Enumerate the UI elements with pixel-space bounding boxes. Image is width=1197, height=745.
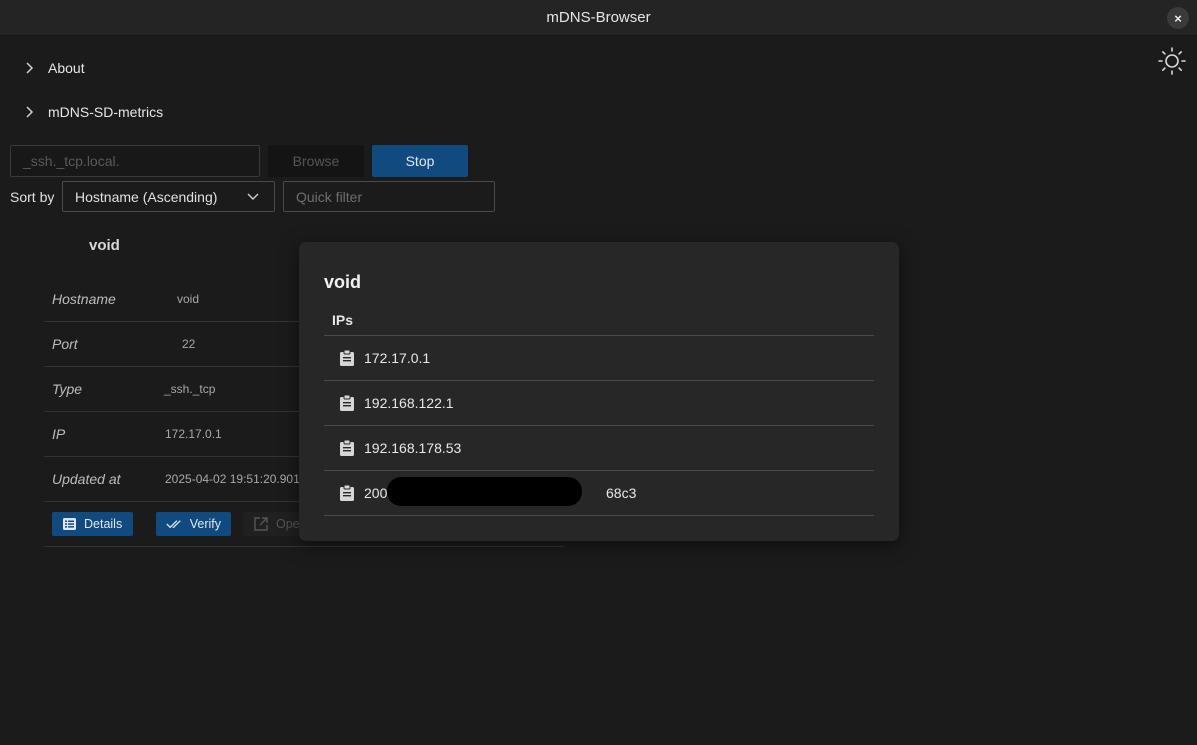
ip-value-prefix: 200 — [364, 485, 388, 501]
ip-value: 192.168.122.1 — [364, 395, 454, 411]
row-value: _ssh._tcp — [164, 382, 216, 396]
browse-button[interactable]: Browse — [268, 145, 364, 177]
ip-value: 172.17.0.1 — [364, 350, 431, 366]
metrics-label: mDNS-SD-metrics — [48, 104, 164, 120]
details-button[interactable]: Details — [52, 512, 133, 536]
row-value: 172.17.0.1 — [165, 427, 222, 441]
row-key: Hostname — [52, 291, 116, 307]
double-check-icon — [166, 520, 181, 529]
row-key: Port — [52, 336, 78, 352]
service-type-input[interactable]: _ssh._tcp.local. — [10, 145, 260, 177]
row-key: Updated at — [52, 471, 121, 487]
clipboard-icon[interactable] — [339, 349, 355, 367]
title-bar: mDNS-Browser × — [0, 0, 1197, 36]
row-key: IP — [52, 426, 66, 442]
chevron-right-icon — [26, 62, 34, 74]
verify-label: Verify — [189, 517, 221, 531]
sort-selected: Hostname (Ascending) — [75, 188, 218, 205]
close-button[interactable]: × — [1167, 7, 1189, 29]
chevron-down-icon — [247, 193, 259, 200]
metrics-collapsible[interactable]: mDNS-SD-metrics — [22, 103, 163, 121]
ips-column-label: IPs — [332, 312, 354, 328]
ip-value-suffix: 68c3 — [606, 485, 637, 501]
sun-icon[interactable] — [1157, 46, 1187, 76]
clipboard-icon[interactable] — [339, 439, 355, 457]
browse-label: Browse — [292, 153, 340, 169]
row-value: 22 — [182, 337, 196, 351]
quick-filter-input[interactable]: Quick filter — [283, 181, 495, 212]
sort-label: Sort by — [10, 189, 55, 205]
list-icon — [63, 518, 76, 530]
service-title: void — [89, 237, 120, 254]
about-label: About — [48, 60, 85, 76]
close-icon: × — [1174, 10, 1182, 26]
modal-title: void — [324, 272, 362, 292]
clipboard-icon[interactable] — [339, 394, 355, 412]
stop-button[interactable]: Stop — [372, 145, 468, 177]
window-title: mDNS-Browser — [546, 9, 651, 26]
ip-row[interactable]: 192.168.178.53 — [324, 426, 874, 471]
clipboard-icon[interactable] — [339, 484, 355, 502]
service-type-value: _ssh._tcp.local. — [23, 153, 120, 169]
row-value: 2025-04-02 19:51:20.901 — [165, 472, 300, 486]
details-label: Details — [84, 517, 123, 531]
verify-button[interactable]: Verify — [156, 512, 231, 536]
ips-header: IPs — [324, 309, 874, 336]
open-label: Ope — [276, 517, 300, 531]
ip-value: 192.168.178.53 — [364, 440, 462, 456]
quick-filter-placeholder: Quick filter — [296, 188, 363, 205]
about-collapsible[interactable]: About — [22, 59, 85, 77]
external-link-icon — [254, 517, 268, 531]
redaction-mark — [387, 477, 582, 506]
row-key: Type — [52, 381, 83, 397]
row-value: void — [177, 292, 200, 306]
chevron-right-icon — [26, 106, 34, 118]
sort-select[interactable]: Hostname (Ascending) — [62, 181, 275, 212]
stop-label: Stop — [405, 153, 435, 169]
ip-row[interactable]: 192.168.122.1 — [324, 381, 874, 426]
ip-row[interactable]: 172.17.0.1 — [324, 336, 874, 381]
